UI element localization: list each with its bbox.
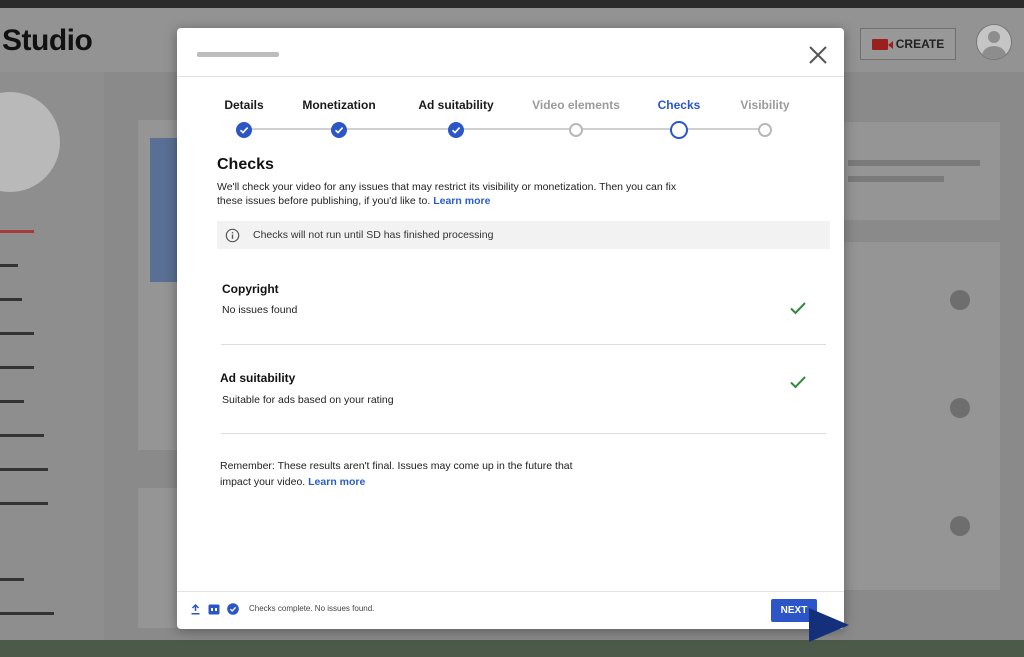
checks-description: We'll check your video for any issues th…: [217, 180, 677, 208]
page-title: Checks: [217, 156, 274, 173]
window-top-strip: [0, 0, 1024, 8]
step-video-elements[interactable]: Video elements: [521, 98, 631, 137]
check-icon: [790, 302, 806, 315]
copyright-check-title: Copyright: [222, 282, 279, 296]
step-current-circle-icon: [670, 121, 688, 139]
step-complete-check-icon: [448, 122, 464, 138]
pointer-arrow-icon: [809, 608, 849, 642]
step-ad-suitability[interactable]: Ad suitability: [401, 98, 511, 138]
row-divider: [221, 344, 826, 345]
learn-more-link[interactable]: Learn more: [433, 195, 490, 207]
copyright-check-status: No issues found: [222, 304, 298, 316]
step-label: Details: [224, 98, 264, 112]
stepper-track: [246, 128, 766, 130]
bg-placeholder-line: [848, 160, 980, 166]
sidebar-item[interactable]: [0, 578, 24, 581]
sidebar-item[interactable]: [0, 366, 34, 369]
hd-quality-icon: [208, 604, 220, 614]
step-monetization[interactable]: Monetization: [284, 98, 394, 138]
step-complete-check-icon: [331, 122, 347, 138]
step-label: Ad suitability: [418, 98, 494, 112]
dialog-header-divider: [177, 76, 844, 77]
row-divider: [221, 433, 826, 434]
sidebar-item[interactable]: [0, 434, 44, 437]
remember-learn-more-link[interactable]: Learn more: [308, 476, 365, 488]
close-button[interactable]: [805, 42, 831, 68]
studio-logo: Studio: [2, 24, 93, 57]
bg-status-dot: [950, 290, 970, 310]
sidebar-active-indicator: [0, 230, 34, 233]
upload-icon: [191, 603, 200, 614]
bg-video-thumbnail: [150, 138, 180, 282]
processing-info-banner: Checks will not run until SD has finishe…: [217, 221, 830, 249]
step-visibility[interactable]: Visibility: [710, 98, 820, 137]
sidebar-item[interactable]: [0, 502, 48, 505]
upload-dialog: Details Monetization Ad suitability Vide…: [177, 28, 844, 629]
account-avatar[interactable]: [976, 24, 1012, 60]
step-pending-circle-icon: [569, 123, 583, 137]
step-label: Monetization: [302, 98, 376, 112]
dialog-title-placeholder: [197, 52, 279, 57]
sidebar-item[interactable]: [0, 612, 54, 615]
create-button-label: CREATE: [895, 37, 945, 51]
info-text: Checks will not run until SD has finishe…: [253, 229, 494, 241]
bg-placeholder-line: [848, 176, 944, 182]
close-icon: [809, 46, 827, 64]
step-pending-circle-icon: [758, 123, 772, 137]
video-camera-icon: [871, 38, 893, 50]
create-button[interactable]: CREATE: [860, 28, 956, 60]
sidebar-item[interactable]: [0, 264, 18, 267]
ad-suitability-check-status: Suitable for ads based on your rating: [222, 394, 394, 406]
sidebar-item[interactable]: [0, 332, 34, 335]
sidebar-item[interactable]: [0, 298, 22, 301]
footer-status-icons: [190, 603, 239, 615]
bg-card-right-top: [844, 122, 1000, 220]
step-label: Video elements: [532, 98, 620, 112]
bg-bottom-strip: [0, 640, 1024, 657]
bg-status-dot: [950, 516, 970, 536]
remember-text: Remember: These results aren't final. Is…: [220, 460, 573, 488]
bg-status-dot: [950, 398, 970, 418]
ad-suitability-check-title: Ad suitability: [220, 371, 296, 385]
step-label: Visibility: [740, 98, 790, 112]
step-details[interactable]: Details: [189, 98, 299, 138]
sidebar-item[interactable]: [0, 468, 48, 471]
step-complete-check-icon: [236, 122, 252, 138]
sidebar-item[interactable]: [0, 400, 24, 403]
dialog-footer-divider: [177, 591, 844, 592]
info-icon: [225, 228, 240, 242]
footer-status-text: Checks complete. No issues found.: [249, 604, 375, 613]
bg-card-right: [844, 242, 1000, 590]
remember-note: Remember: These results aren't final. Is…: [220, 458, 600, 490]
checks-complete-icon: [227, 603, 239, 615]
check-icon: [790, 376, 806, 389]
